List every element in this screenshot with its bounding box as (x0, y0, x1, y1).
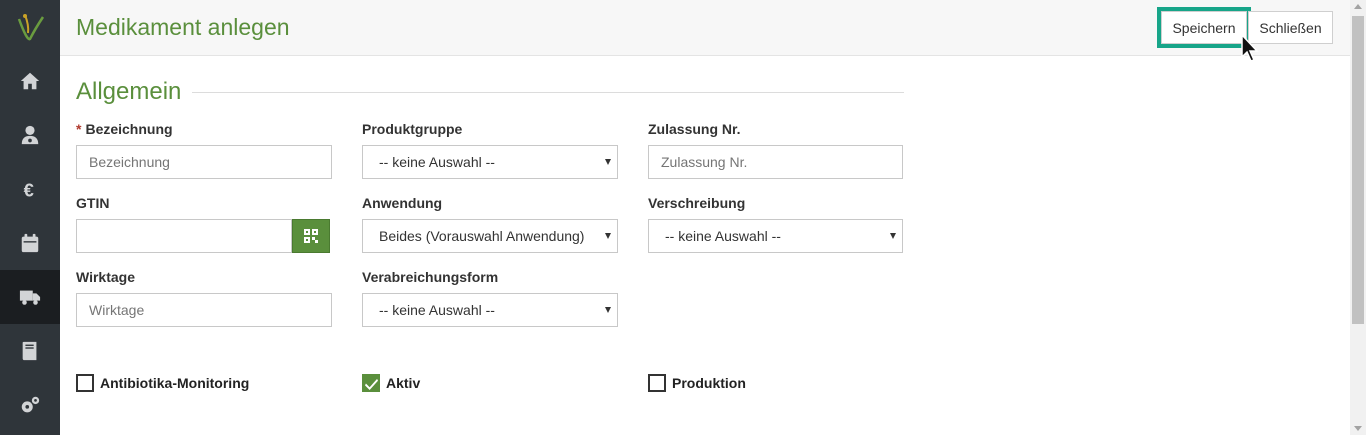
section-title: Allgemein (76, 78, 182, 105)
bezeichnung-label-text: Bezeichnung (85, 121, 173, 137)
sidebar: € (0, 0, 60, 435)
sidebar-item-home[interactable] (0, 54, 60, 108)
sidebar-item-patients[interactable] (0, 108, 60, 162)
section-divider (192, 92, 904, 93)
barcode-scan-button[interactable] (292, 219, 330, 253)
app-logo[interactable] (0, 0, 60, 56)
sidebar-item-settings[interactable] (0, 378, 60, 432)
bezeichnung-input[interactable] (76, 145, 332, 179)
chevron-down-icon (605, 159, 611, 165)
anwendung-label: Anwendung (362, 195, 443, 211)
checkbox-box[interactable] (362, 374, 380, 392)
truck-icon (19, 290, 41, 305)
verschreibung-selected: -- keine Auswahl -- (665, 228, 781, 244)
patient-icon (21, 125, 39, 145)
page-scrollbar[interactable] (1350, 0, 1366, 435)
checkbox-box[interactable] (76, 374, 94, 392)
close-button[interactable]: Schließen (1248, 11, 1333, 44)
gtin-label: GTIN (76, 195, 110, 211)
produktgruppe-select[interactable]: -- keine Auswahl -- (362, 145, 618, 179)
chevron-down-icon (605, 307, 611, 313)
antibiotika-checkbox[interactable]: Antibiotika-Monitoring (76, 374, 249, 392)
scroll-thumb[interactable] (1352, 16, 1364, 324)
book-icon (22, 341, 37, 361)
verabreichungsform-selected: -- keine Auswahl -- (379, 302, 495, 318)
logo-icon (17, 14, 45, 41)
antibiotika-label: Antibiotika-Monitoring (100, 375, 250, 391)
produktgruppe-label: Produktgruppe (362, 121, 463, 137)
sidebar-item-delivery[interactable] (0, 270, 60, 324)
verabreichungsform-label: Verabreichungsform (362, 269, 499, 285)
euro-icon: € (24, 179, 34, 200)
sidebar-item-billing[interactable]: € (0, 162, 60, 216)
scroll-down-icon[interactable] (1354, 426, 1362, 431)
aktiv-checkbox[interactable]: Aktiv (362, 374, 420, 392)
qr-code-icon (304, 229, 318, 243)
anwendung-selected: Beides (Vorauswahl Anwendung) (379, 228, 585, 244)
produktgruppe-selected: -- keine Auswahl -- (379, 154, 495, 170)
verschreibung-select[interactable]: -- keine Auswahl -- (648, 219, 903, 253)
page-header: Medikament anlegen Speichern Schließen (60, 0, 1350, 56)
sidebar-item-calendar[interactable] (0, 216, 60, 270)
zulassung-label: Zulassung Nr. (648, 121, 741, 137)
mouse-cursor-icon (1241, 33, 1259, 62)
zulassung-input[interactable] (648, 145, 903, 179)
chevron-down-icon (605, 233, 611, 239)
scroll-up-icon[interactable] (1354, 4, 1362, 9)
produktion-label: Produktion (672, 375, 746, 391)
checkbox-box[interactable] (648, 374, 666, 392)
sidebar-item-library[interactable] (0, 324, 60, 378)
wirktage-input[interactable] (76, 293, 332, 327)
gears-icon (21, 396, 40, 413)
checkmark-icon (364, 378, 378, 390)
wirktage-label: Wirktage (76, 269, 136, 285)
bezeichnung-label: * Bezeichnung (76, 121, 173, 137)
aktiv-label: Aktiv (386, 375, 421, 391)
svg-text:€: € (24, 179, 34, 200)
save-button[interactable]: Speichern (1157, 7, 1251, 48)
gtin-input[interactable] (76, 219, 292, 253)
calendar-icon (21, 233, 39, 253)
chevron-down-icon (890, 233, 896, 239)
produktion-checkbox[interactable]: Produktion (648, 374, 746, 392)
page-title: Medikament anlegen (76, 14, 290, 40)
home-icon (20, 72, 40, 90)
anwendung-select[interactable]: Beides (Vorauswahl Anwendung) (362, 219, 618, 253)
verschreibung-label: Verschreibung (648, 195, 746, 211)
verabreichungsform-select[interactable]: -- keine Auswahl -- (362, 293, 618, 327)
required-marker: * (76, 121, 82, 137)
